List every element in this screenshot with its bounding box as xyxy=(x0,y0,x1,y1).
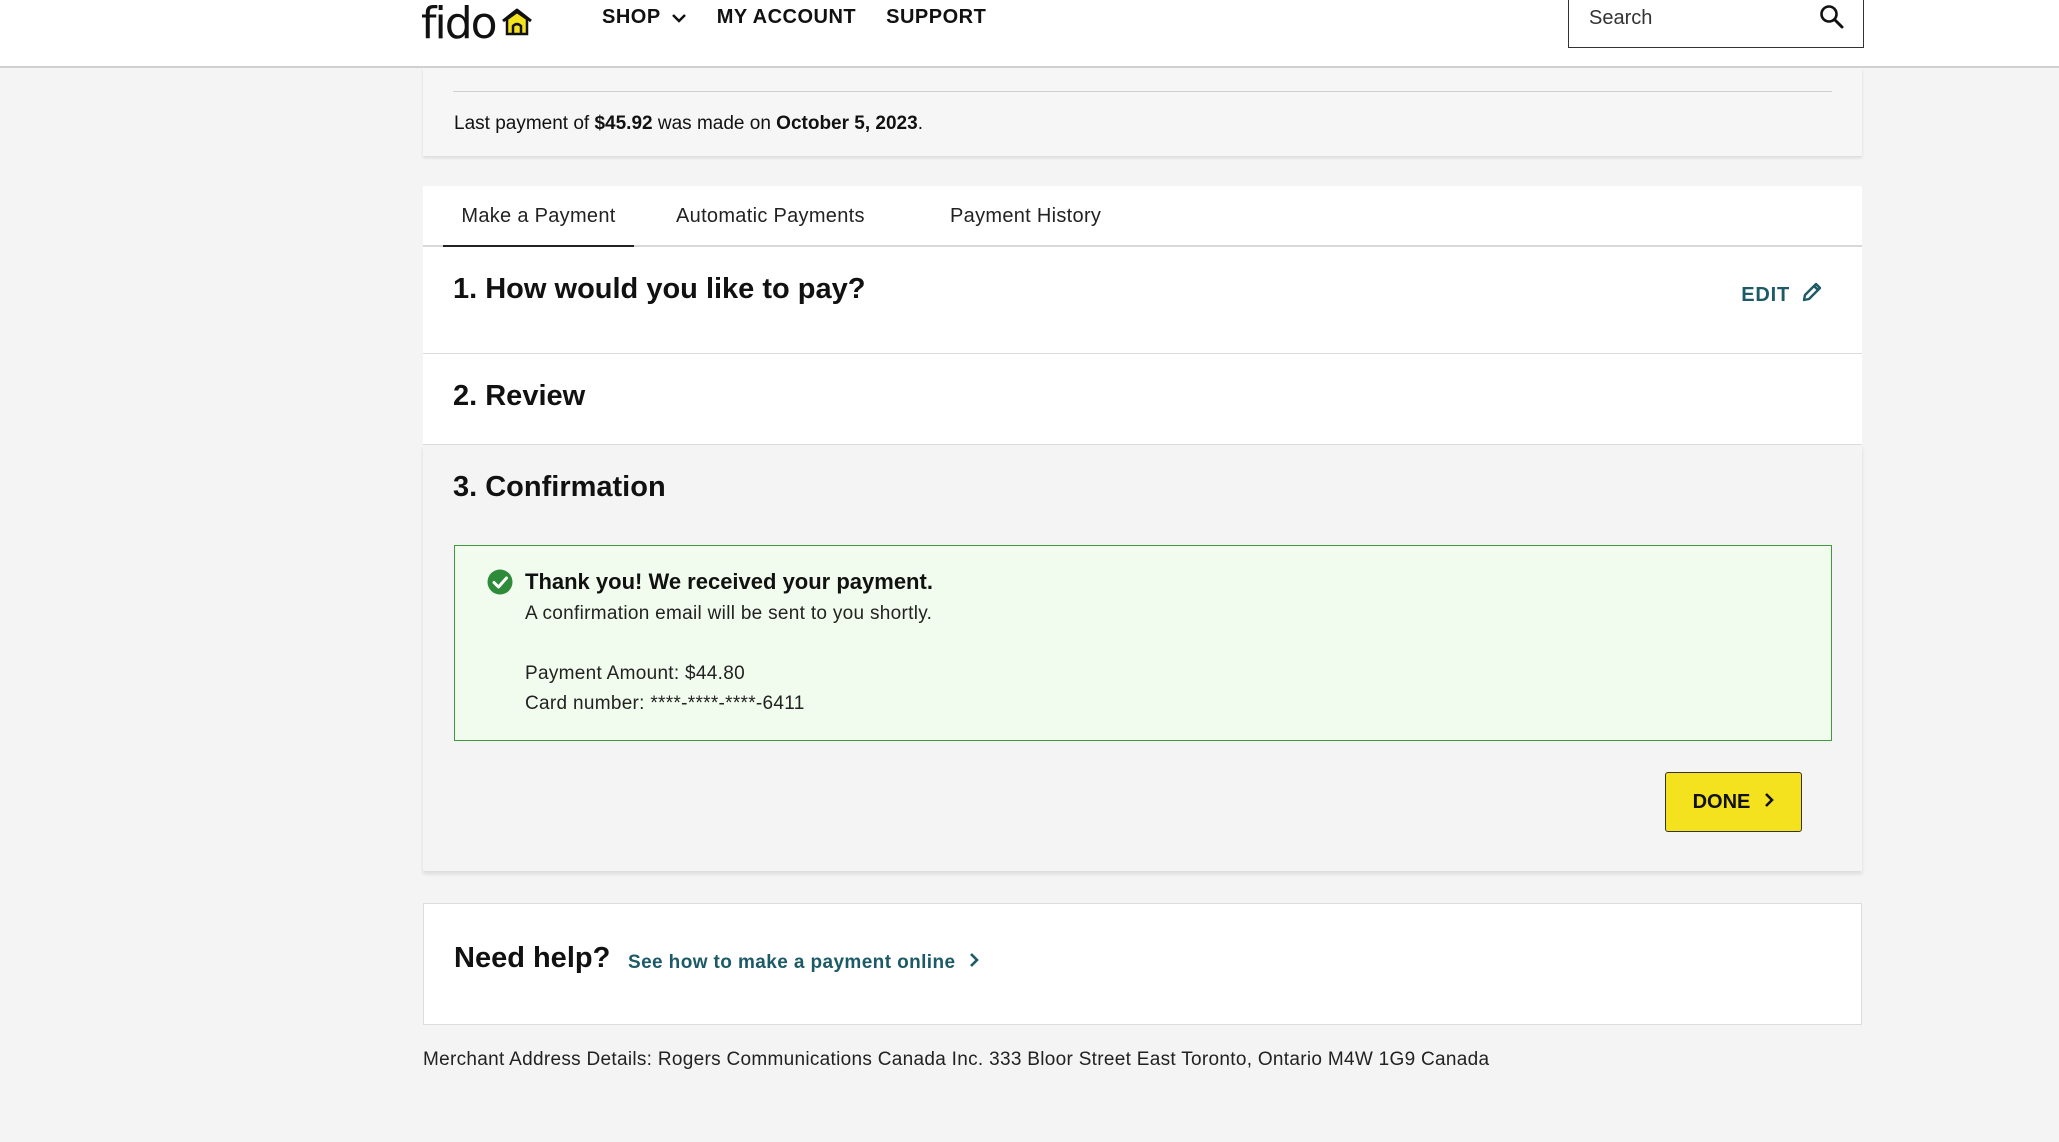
nav-support-label: SUPPORT xyxy=(886,6,987,28)
help-link-label: See how to make a payment online xyxy=(628,952,956,973)
nav-my-account-label: MY ACCOUNT xyxy=(716,6,857,28)
nav-support[interactable]: SUPPORT xyxy=(886,6,986,29)
step-title: 1. How would you like to pay? xyxy=(453,273,866,305)
nav-shop[interactable]: SHOP xyxy=(602,6,687,29)
search-box xyxy=(1568,0,1864,48)
done-button[interactable]: DONE xyxy=(1665,772,1802,832)
payment-tabs: Make a Payment Automatic Payments Paymen… xyxy=(423,186,1862,249)
chevron-down-icon xyxy=(671,6,687,29)
site-header: fido SHOP MY ACCOUNT SUPPORT xyxy=(0,0,2059,68)
main-nav: SHOP MY ACCOUNT SUPPORT xyxy=(602,6,986,29)
nav-shop-label: SHOP xyxy=(602,6,661,28)
step-confirmation: 3. Confirmation Thank you! We received y… xyxy=(423,445,1862,871)
house-icon xyxy=(500,7,534,42)
help-card: Need help? See how to make a payment onl… xyxy=(423,903,1862,1025)
tab-label: Payment History xyxy=(950,205,1102,227)
step-title: 2. Review xyxy=(453,380,586,412)
help-title: Need help? xyxy=(454,942,611,974)
fido-logo[interactable]: fido xyxy=(421,0,534,49)
search-input[interactable] xyxy=(1589,6,1809,30)
logo-text: fido xyxy=(421,0,498,49)
chevron-right-icon xyxy=(969,952,980,974)
merchant-address: Merchant Address Details: Rogers Communi… xyxy=(423,1049,1490,1070)
check-circle-icon xyxy=(487,569,513,600)
edit-label: EDIT xyxy=(1741,283,1790,306)
tab-make-a-payment[interactable]: Make a Payment xyxy=(443,186,634,249)
last-payment-date: October 5, 2023 xyxy=(776,113,918,134)
payment-summary-card: Last payment of $45.92 was made on Octob… xyxy=(423,68,1862,156)
last-payment-middle: was made on xyxy=(652,113,777,134)
last-payment-text: Last payment of $45.92 was made on Octob… xyxy=(454,113,923,135)
card-number: Card number: ****-****-****-6411 xyxy=(525,693,805,714)
search-icon[interactable] xyxy=(1819,4,1845,35)
done-label: DONE xyxy=(1692,790,1751,813)
payment-amount: Payment Amount: $44.80 xyxy=(525,663,745,684)
confirmation-title: Thank you! We received your payment. xyxy=(525,569,933,594)
edit-button[interactable]: EDIT xyxy=(1741,280,1824,310)
step-title: 3. Confirmation xyxy=(453,471,666,503)
last-payment-suffix: . xyxy=(917,113,923,134)
tab-automatic-payments[interactable]: Automatic Payments xyxy=(676,186,865,247)
step-review: 2. Review xyxy=(423,354,1862,445)
step-payment-method: 1. How would you like to pay? EDIT xyxy=(423,247,1862,354)
confirmation-subtitle: A confirmation email will be sent to you… xyxy=(525,603,933,624)
nav-my-account[interactable]: MY ACCOUNT xyxy=(717,6,856,29)
pencil-icon xyxy=(1800,280,1824,310)
help-link[interactable]: See how to make a payment online xyxy=(628,952,980,974)
tab-payment-history[interactable]: Payment History xyxy=(950,186,1101,247)
chevron-right-icon xyxy=(1764,791,1775,814)
tab-label: Automatic Payments xyxy=(676,205,865,227)
last-payment-amount: $45.92 xyxy=(594,113,653,134)
last-payment-prefix: Last payment of xyxy=(454,113,595,134)
divider xyxy=(453,91,1832,92)
confirmation-message: Thank you! We received your payment. A c… xyxy=(454,545,1832,741)
tab-label: Make a Payment xyxy=(461,205,616,227)
